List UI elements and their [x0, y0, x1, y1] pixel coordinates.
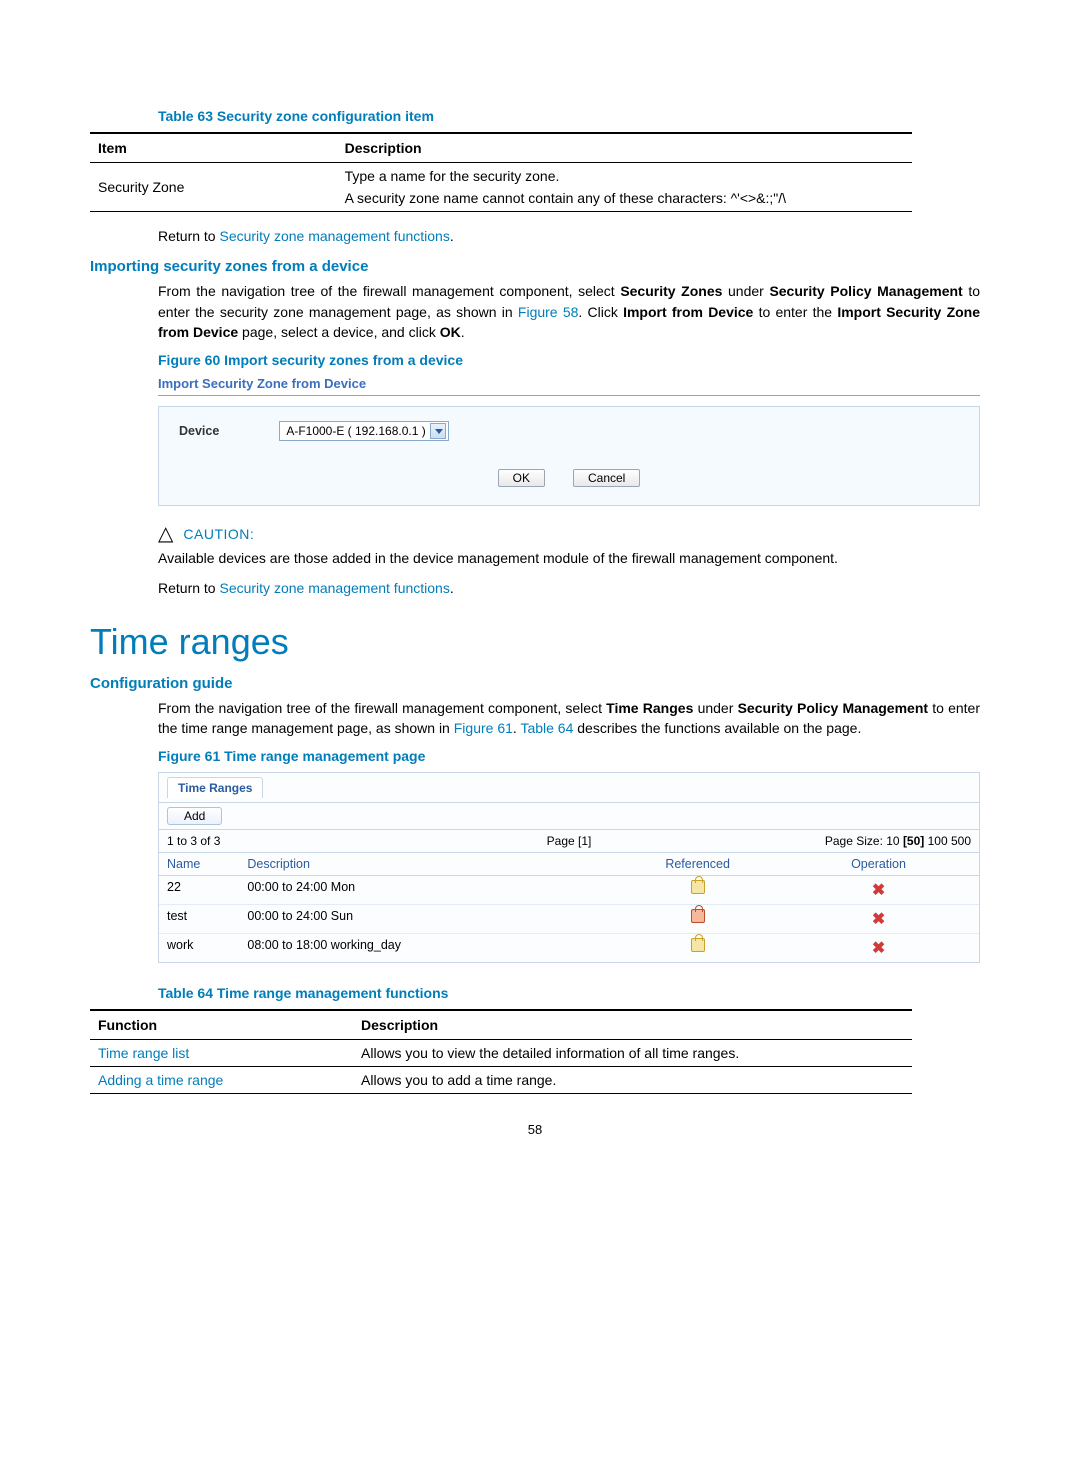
cancel-button[interactable]: Cancel — [573, 469, 640, 487]
cell-desc: Type a name for the security zone. A sec… — [337, 163, 912, 212]
page-info: Page [1] — [435, 834, 703, 848]
lock-icon — [691, 938, 705, 952]
figure60-title: Import Security Zone from Device — [158, 376, 980, 391]
table-row: work 08:00 to 18:00 working_day ✖ — [159, 934, 979, 962]
config-guide-para: From the navigation tree of the firewall… — [158, 698, 980, 739]
figure60-caption: Figure 60 Import security zones from a d… — [158, 352, 980, 368]
ok-button[interactable]: OK — [498, 469, 545, 487]
return-link[interactable]: Security zone management functions — [219, 228, 449, 244]
lock-icon — [691, 880, 705, 894]
table63: Item Description Security Zone Type a na… — [90, 132, 912, 212]
document-page: Table 63 Security zone configuration ite… — [0, 0, 1080, 1466]
fn-link-time-range-list[interactable]: Time range list — [90, 1040, 353, 1067]
delete-icon[interactable]: ✖ — [872, 911, 885, 928]
time-ranges-panel: Time Ranges Add 1 to 3 of 3 Page [1] Pag… — [158, 772, 980, 963]
table-row: 22 00:00 to 24:00 Mon ✖ — [159, 876, 979, 905]
lock-referenced-icon — [691, 909, 705, 923]
device-label: Device — [179, 424, 219, 438]
figure60-divider — [158, 395, 980, 396]
figure-61-link[interactable]: Figure 61 — [454, 720, 513, 736]
col-description[interactable]: Description — [247, 857, 609, 871]
return-prefix: Return to — [158, 228, 219, 244]
return-link[interactable]: Security zone management functions — [219, 580, 449, 596]
table-64-link[interactable]: Table 64 — [520, 720, 573, 736]
table64-caption: Table 64 Time range management functions — [158, 985, 980, 1001]
table64: Function Description Time range list All… — [90, 1009, 912, 1094]
return-suffix: . — [450, 228, 454, 244]
fn-desc: Allows you to add a time range. — [353, 1067, 912, 1094]
figure60: Import Security Zone from Device Device … — [158, 376, 980, 506]
col-referenced[interactable]: Referenced — [609, 857, 786, 871]
cell-item: Security Zone — [90, 163, 337, 212]
fn-desc: Allows you to view the detailed informat… — [353, 1040, 912, 1067]
figure-58-link[interactable]: Figure 58 — [518, 304, 578, 320]
pagination-row: 1 to 3 of 3 Page [1] Page Size: 10 [50] … — [159, 830, 979, 853]
col-item: Item — [90, 133, 337, 163]
import-section-title: Importing security zones from a device — [90, 258, 980, 275]
cell-op: ✖ — [786, 938, 971, 958]
cell-desc: 00:00 to 24:00 Sun — [247, 909, 609, 929]
caution-icon: △ — [158, 524, 173, 544]
desc-line2: A security zone name cannot contain any … — [345, 190, 904, 206]
table-row: test 00:00 to 24:00 Sun ✖ — [159, 905, 979, 934]
cell-ref — [609, 880, 786, 900]
col-function: Function — [90, 1010, 353, 1040]
cell-name: test — [167, 909, 247, 929]
config-guide-heading: Configuration guide — [90, 675, 980, 692]
chevron-down-icon[interactable] — [430, 423, 446, 439]
page-number: 58 — [90, 1122, 980, 1137]
import-panel: Device A-F1000-E ( 192.168.0.1 ) OK Canc… — [158, 406, 980, 506]
col-name[interactable]: Name — [167, 857, 247, 871]
cell-ref — [609, 909, 786, 929]
delete-icon[interactable]: ✖ — [872, 940, 885, 957]
return-link-1: Return to Security zone management funct… — [158, 226, 980, 246]
range-info: 1 to 3 of 3 — [167, 834, 435, 848]
device-select-value: A-F1000-E ( 192.168.0.1 ) — [286, 424, 425, 438]
figure61-caption: Figure 61 Time range management page — [158, 748, 980, 764]
import-para: From the navigation tree of the firewall… — [158, 281, 980, 342]
panel-toolbar: Add — [159, 803, 979, 830]
delete-icon[interactable]: ✖ — [872, 882, 885, 899]
add-button[interactable]: Add — [167, 807, 222, 825]
cell-name: 22 — [167, 880, 247, 900]
col-desc: Description — [353, 1010, 912, 1040]
desc-line1: Type a name for the security zone. — [345, 168, 904, 184]
cell-desc: 08:00 to 18:00 working_day — [247, 938, 609, 958]
return-link-2: Return to Security zone management funct… — [158, 578, 980, 598]
caution-label: CAUTION: — [183, 526, 254, 542]
table-header: Name Description Referenced Operation — [159, 853, 979, 876]
tab-time-ranges[interactable]: Time Ranges — [167, 777, 263, 798]
col-desc: Description — [337, 133, 912, 163]
time-ranges-heading: Time ranges — [90, 621, 980, 663]
panel-titlebar: Time Ranges — [159, 773, 979, 803]
cell-ref — [609, 938, 786, 958]
col-operation[interactable]: Operation — [786, 857, 971, 871]
page-size[interactable]: Page Size: 10 [50] 100 500 — [703, 834, 971, 848]
caution-text: Available devices are those added in the… — [158, 548, 980, 568]
caution-header: △ CAUTION: — [158, 524, 980, 544]
cell-name: work — [167, 938, 247, 958]
cell-op: ✖ — [786, 909, 971, 929]
fn-link-adding-time-range[interactable]: Adding a time range — [90, 1067, 353, 1094]
table63-caption: Table 63 Security zone configuration ite… — [158, 108, 980, 124]
cell-op: ✖ — [786, 880, 971, 900]
device-select[interactable]: A-F1000-E ( 192.168.0.1 ) — [279, 421, 448, 441]
figure61: Time Ranges Add 1 to 3 of 3 Page [1] Pag… — [158, 772, 980, 963]
cell-desc: 00:00 to 24:00 Mon — [247, 880, 609, 900]
